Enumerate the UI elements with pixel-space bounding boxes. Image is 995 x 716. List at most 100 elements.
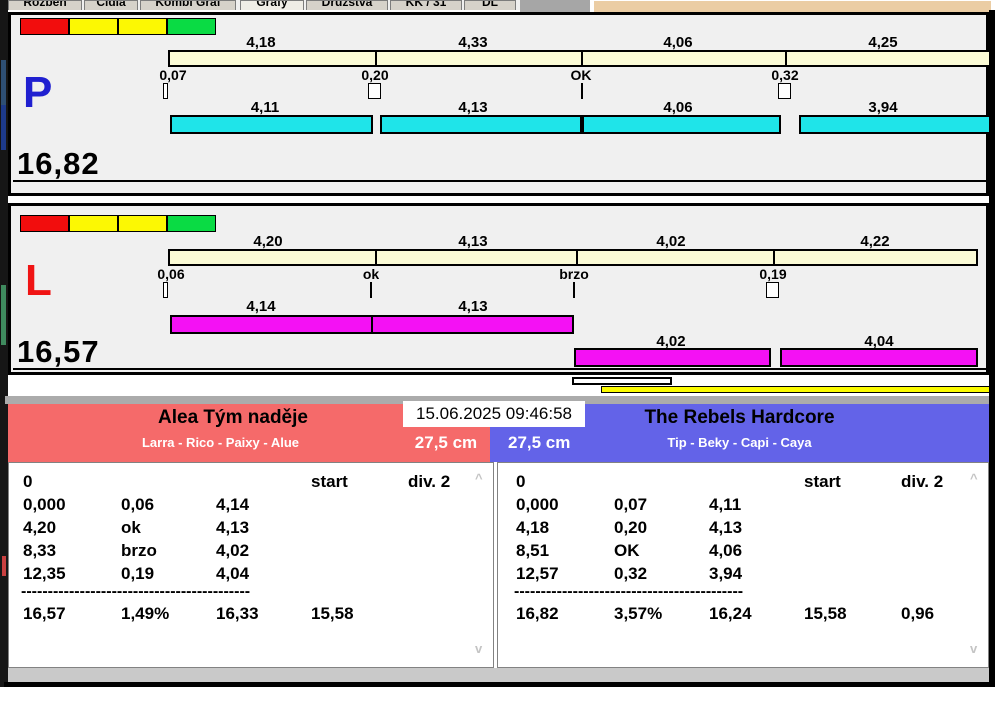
- lane-l-letter: L: [25, 261, 52, 301]
- list-cell: 0,32: [614, 563, 647, 585]
- summary-cell: 16,33: [216, 603, 259, 625]
- team-left-members: Larra - Rico - Paixy - Alue: [8, 435, 433, 450]
- overflow-bar-yellow: [601, 386, 995, 393]
- window-fragment-tan: [592, 1, 991, 12]
- team-right-jump-height: 27,5 cm: [508, 433, 570, 453]
- p-split-label: 4,06: [638, 34, 718, 51]
- status-light-yellow-1: [69, 18, 118, 35]
- l-leg-bar: [371, 315, 574, 334]
- p-leg-bar: [799, 115, 992, 134]
- desktop-fragment: [1, 105, 6, 150]
- lane-p-letter: P: [23, 73, 52, 113]
- list-cell: 4,13: [216, 517, 249, 539]
- list-separator: ----------------------------------------…: [514, 583, 743, 601]
- l-leg-bar: [574, 348, 771, 367]
- p-split-divider: [375, 52, 377, 65]
- list-cell: 12,57: [516, 563, 559, 585]
- tab-dl[interactable]: DL: [464, 0, 516, 10]
- app-window: Rozbeh Cidla Kombi Graf Grafy Druzstva K…: [0, 0, 995, 716]
- list-cell: 12,35: [23, 563, 66, 585]
- p-sensor-marker-tick: [581, 83, 583, 99]
- p-leg-label: 4,06: [638, 99, 718, 116]
- tab-label: Cidla: [85, 0, 137, 9]
- window-border-right: [989, 10, 995, 682]
- desktop-edge-strip: [0, 0, 8, 687]
- desktop-fragment: [1, 60, 6, 105]
- status-light-yellow-1: [69, 215, 118, 232]
- l-leg-label: 4,14: [221, 298, 301, 315]
- l-split-divider: [576, 251, 578, 264]
- p-leg-label: 4,11: [225, 99, 305, 116]
- list-cell: 4,20: [23, 517, 56, 539]
- list-cell: 4,13: [709, 517, 742, 539]
- tab-label: DL: [465, 0, 515, 9]
- p-split-label: 4,33: [433, 34, 513, 51]
- team-left-result-list[interactable]: 0 start div. 2 0,000 0,06 4,14 4,20 ok 4…: [8, 462, 494, 668]
- window-border-bottom: [4, 682, 995, 687]
- list-cell: 3,94: [709, 563, 742, 585]
- p-split-label: 4,18: [221, 34, 301, 51]
- scroll-down-icon[interactable]: v: [475, 641, 482, 656]
- tab-kombi-graf[interactable]: Kombi Graf: [140, 0, 236, 10]
- tab-druzstva[interactable]: Druzstva: [306, 0, 388, 10]
- summary-cell: 16,82: [516, 603, 559, 625]
- l-sensor-marker-box: [766, 282, 779, 298]
- window-fragment-gray: [520, 0, 590, 12]
- horizontal-scrollbar[interactable]: [8, 668, 989, 682]
- scroll-up-icon[interactable]: ^: [970, 471, 978, 486]
- datetime-box: 15.06.2025 09:46:58: [403, 401, 585, 427]
- p-split-divider: [785, 52, 787, 65]
- list-cell: 4,18: [516, 517, 549, 539]
- list-cell: 4,06: [709, 540, 742, 562]
- p-leg-bar: [170, 115, 373, 134]
- l-event-label: 0,06: [131, 266, 211, 282]
- list-cell: 0,20: [614, 517, 647, 539]
- team-left-name: Alea Tým naděje: [8, 407, 458, 429]
- p-split-bar: [168, 50, 995, 67]
- tab-rozbeh[interactable]: Rozbeh: [8, 0, 82, 10]
- status-light-yellow-2: [118, 215, 167, 232]
- scroll-up-icon[interactable]: ^: [475, 471, 483, 486]
- l-leg-label: 4,13: [433, 298, 513, 315]
- list-cell: 8,33: [23, 540, 56, 562]
- list-cell: start: [804, 471, 841, 493]
- p-split-divider: [581, 52, 583, 65]
- p-event-label: 0,07: [133, 67, 213, 83]
- summary-cell: 0,96: [901, 603, 934, 625]
- p-sensor-marker-box: [778, 83, 791, 99]
- tab-kk-31[interactable]: KK / 31: [390, 0, 462, 10]
- summary-cell: 16,24: [709, 603, 752, 625]
- p-leg-bar: [582, 115, 781, 134]
- list-cell: 4,11: [709, 494, 741, 516]
- status-light-green: [167, 18, 216, 35]
- p-event-label: OK: [541, 67, 621, 83]
- status-light-red: [20, 18, 69, 35]
- team-right-result-list[interactable]: 0 start div. 2 0,000 0,07 4,11 4,18 0,20…: [497, 462, 989, 668]
- p-inner-baseline: [13, 180, 986, 182]
- l-leg-bar: [780, 348, 978, 367]
- tab-label: Grafy: [241, 0, 303, 9]
- list-cell: div. 2: [408, 471, 450, 493]
- overflow-bar-white: [572, 377, 672, 385]
- lane-p-panel: 4,18 4,33 4,06 4,25 0,07 0,20 OK 0,32 4,…: [8, 12, 989, 196]
- status-light-green: [167, 215, 216, 232]
- l-split-label: 4,02: [631, 233, 711, 250]
- list-cell: OK: [614, 540, 640, 562]
- lane-l-total-time: 16,57: [17, 334, 100, 370]
- tab-grafy[interactable]: Grafy: [240, 0, 304, 10]
- list-cell: 0: [516, 471, 525, 493]
- summary-cell: 15,58: [804, 603, 847, 625]
- list-cell: 4,14: [216, 494, 249, 516]
- status-light-red: [20, 215, 69, 232]
- p-leg-label: 4,13: [433, 99, 513, 116]
- tab-bar: Rozbeh Cidla Kombi Graf Grafy Druzstva K…: [8, 0, 520, 10]
- lane-p-total-time: 16,82: [17, 146, 100, 182]
- list-cell: 0: [23, 471, 32, 493]
- list-cell: 8,51: [516, 540, 549, 562]
- tab-cidla[interactable]: Cidla: [84, 0, 138, 10]
- status-light-yellow-2: [118, 18, 167, 35]
- l-event-label: 0,19: [733, 266, 813, 282]
- scroll-down-icon[interactable]: v: [970, 641, 977, 656]
- list-cell: 0,000: [516, 494, 559, 516]
- p-leg-label: 3,94: [843, 99, 923, 116]
